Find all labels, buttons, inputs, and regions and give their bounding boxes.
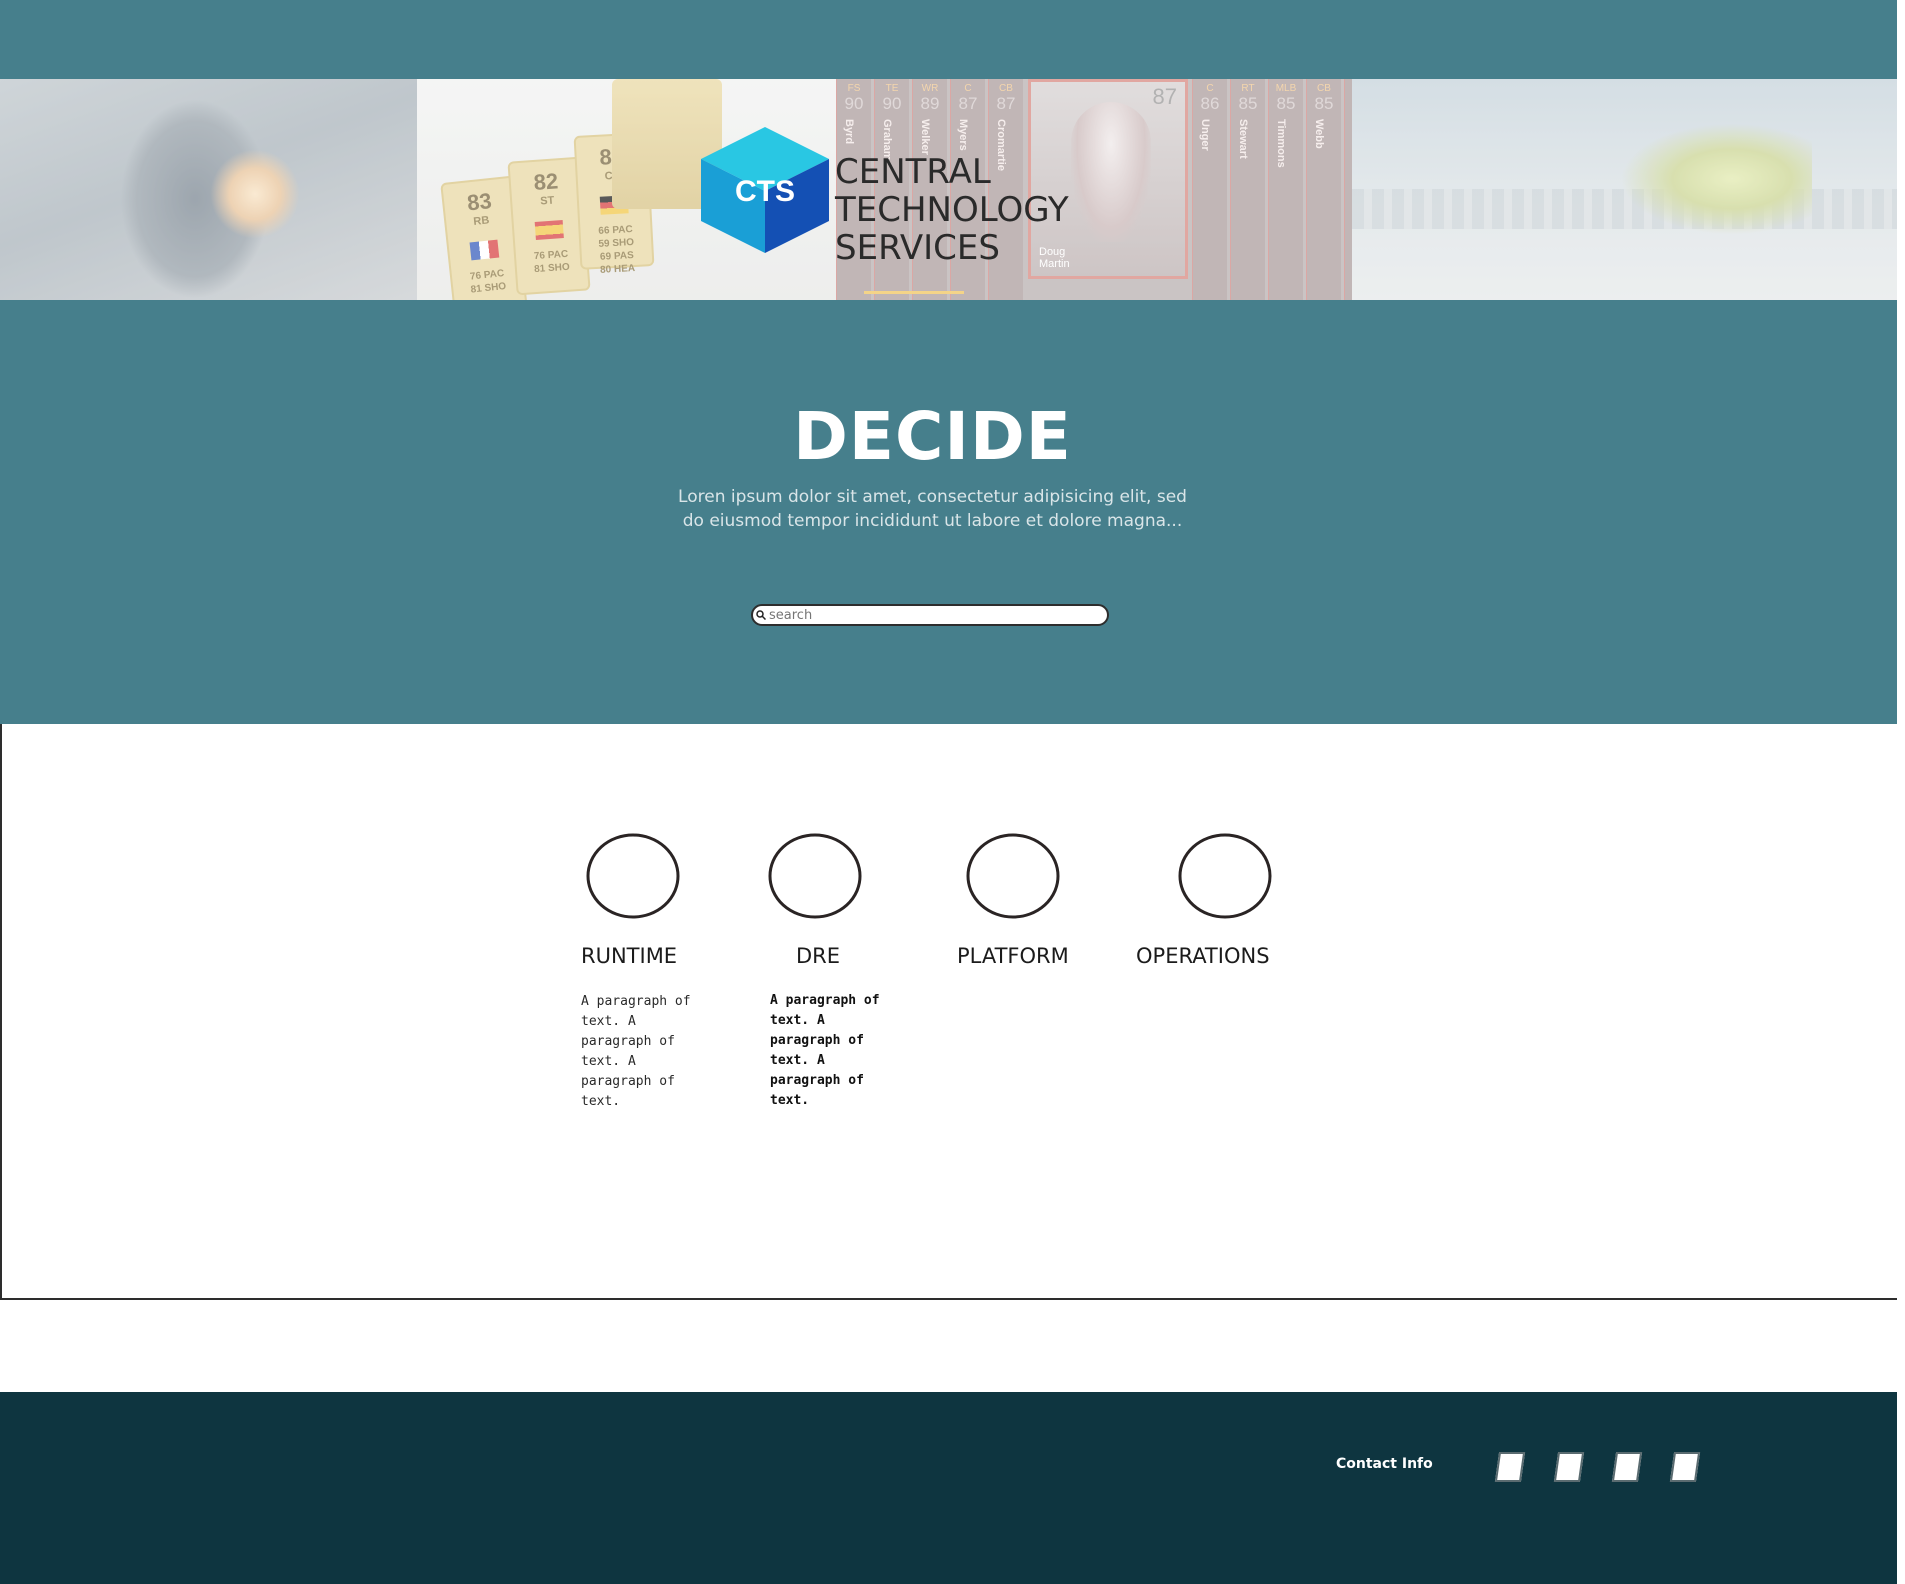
contact-info-link[interactable]: Contact Info (1336, 1456, 1433, 1472)
feature-title-runtime: RUNTIME (581, 944, 678, 968)
search-box[interactable] (751, 604, 1109, 626)
feature-title-operations: OPERATIONS (1136, 944, 1270, 968)
cts-logo[interactable]: CTS CENTRAL TECHNOLOGY SERVICES (695, 125, 1185, 267)
feature-text-dre: A paragraph of text. A paragraph of text… (770, 993, 880, 1108)
feature-title-platform: PLATFORM (957, 944, 1069, 968)
social-icon-2[interactable] (1553, 1452, 1585, 1482)
logo-line-central: CENTRAL (835, 152, 991, 192)
feature-text-runtime: A paragraph of text. A paragraph of text… (581, 994, 691, 1109)
feature-operations[interactable] (1177, 832, 1317, 920)
logo-cube-icon: CTS (701, 127, 829, 253)
feature-runtime[interactable] (585, 832, 725, 920)
feature-platform[interactable] (965, 832, 1105, 920)
runtime-icon (586, 833, 680, 919)
footer (0, 1392, 1897, 1584)
feature-dre[interactable] (767, 832, 907, 920)
social-icon-4[interactable] (1669, 1452, 1701, 1482)
hero-subtitle: Loren ipsum dolor sit amet, consectetur … (678, 487, 1187, 531)
social-icon-1[interactable] (1494, 1452, 1526, 1482)
search-icon (756, 610, 766, 620)
logo-line-technology-services: TECHNOLOGY SERVICES (835, 190, 1069, 268)
right-edge (1897, 0, 1905, 1584)
platform-icon (966, 833, 1060, 919)
social-icon-3[interactable] (1611, 1452, 1643, 1482)
logo-mark-text: CTS (735, 175, 795, 208)
feature-title-dre: DRE (796, 944, 841, 968)
hero-title: DECIDE (793, 398, 1072, 475)
features-section (0, 724, 1905, 1300)
dre-icon (768, 833, 862, 919)
operations-icon (1178, 833, 1272, 919)
search-input[interactable] (769, 606, 1099, 624)
